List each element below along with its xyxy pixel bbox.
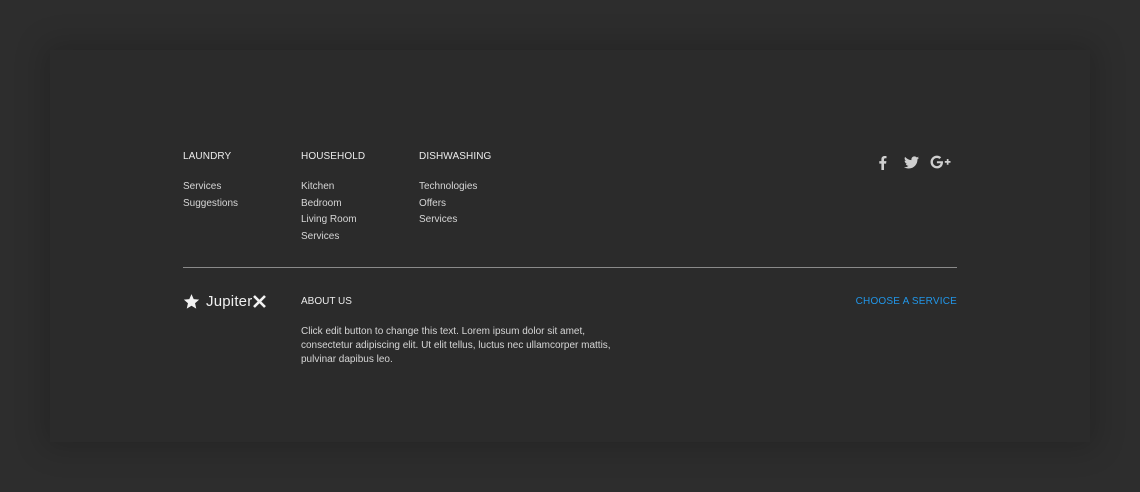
laundry-links: Services Suggestions bbox=[183, 179, 238, 212]
brand-x-mark bbox=[253, 294, 267, 308]
footer-panel bbox=[50, 50, 1090, 442]
link-dishwashing-offers[interactable]: Offers bbox=[419, 196, 477, 213]
column-title-dishwashing: DISHWASHING bbox=[419, 151, 492, 162]
link-dishwashing-technologies[interactable]: Technologies bbox=[419, 179, 477, 196]
facebook-icon[interactable] bbox=[874, 154, 890, 170]
link-household-services[interactable]: Services bbox=[301, 229, 357, 246]
brand-name: Jupiter bbox=[206, 292, 253, 310]
link-laundry-services[interactable]: Services bbox=[183, 179, 238, 196]
about-us-title: ABOUT US bbox=[301, 296, 352, 307]
footer-divider bbox=[183, 267, 957, 268]
google-plus-icon[interactable] bbox=[929, 154, 951, 170]
star-icon bbox=[183, 293, 200, 310]
about-us-text: Click edit button to change this text. L… bbox=[301, 326, 611, 365]
household-links: Kitchen Bedroom Living Room Services bbox=[301, 179, 357, 245]
link-household-bedroom[interactable]: Bedroom bbox=[301, 196, 357, 213]
column-title-laundry: LAUNDRY bbox=[183, 151, 232, 162]
link-dishwashing-services[interactable]: Services bbox=[419, 212, 477, 229]
brand-logo[interactable]: Jupiter bbox=[183, 291, 267, 311]
link-household-kitchen[interactable]: Kitchen bbox=[301, 179, 357, 196]
link-household-living-room[interactable]: Living Room bbox=[301, 212, 357, 229]
link-laundry-suggestions[interactable]: Suggestions bbox=[183, 196, 238, 213]
choose-service-link[interactable]: CHOOSE A SERVICE bbox=[856, 296, 957, 307]
column-title-household: HOUSEHOLD bbox=[301, 151, 366, 162]
twitter-icon[interactable] bbox=[903, 154, 919, 170]
dishwashing-links: Technologies Offers Services bbox=[419, 179, 477, 229]
social-links bbox=[874, 154, 951, 170]
